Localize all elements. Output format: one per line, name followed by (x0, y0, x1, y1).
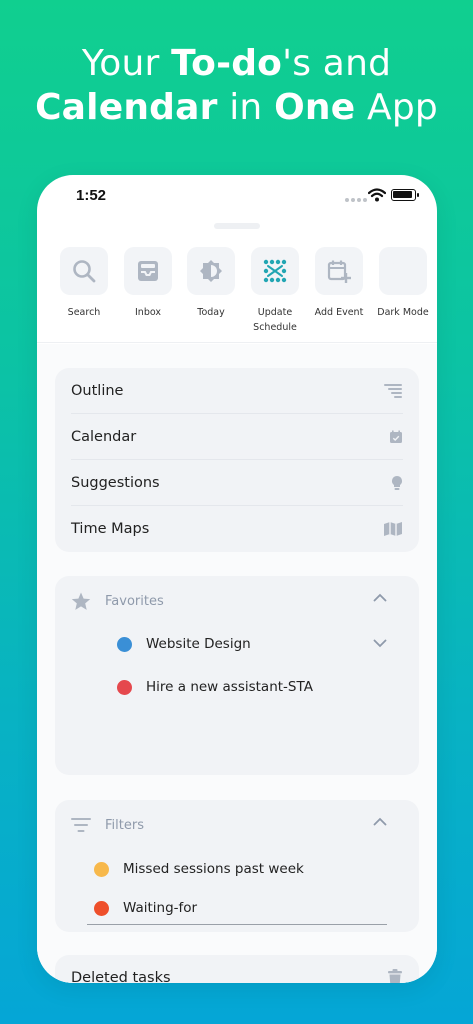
favorite-item-label: Hire a new assistant-STA (146, 679, 313, 695)
filter-icon (71, 818, 91, 832)
today-button[interactable]: Today (179, 247, 243, 320)
filter-item-missed-sessions[interactable]: Missed sessions past week (94, 856, 304, 882)
nav-item-suggestions[interactable]: Suggestions (71, 460, 403, 506)
project-color-dot (117, 679, 132, 695)
nav-item-outline[interactable]: Outline (71, 368, 403, 414)
today-icon (200, 260, 222, 282)
add-event-label: Add Event (314, 307, 364, 318)
favorites-card: Favorites Website Design Hire a new assi… (55, 576, 419, 775)
today-tile[interactable] (187, 247, 235, 295)
add-event-tile[interactable] (315, 247, 363, 295)
favorites-title: Favorites (105, 593, 164, 609)
nav-item-label: Time Maps (71, 521, 150, 537)
inbox-tile[interactable] (124, 247, 172, 295)
update-schedule-text: Update Schedule (253, 307, 297, 333)
today-label: Today (197, 307, 225, 318)
dark-mode-label: Dark Mode (377, 307, 429, 318)
phone-screen: 1:52 Search Inbox Today Update Schedule … (37, 175, 437, 983)
update-schedule-button[interactable]: Update Schedule (243, 247, 307, 335)
search-tile[interactable] (60, 247, 108, 295)
nav-item-label: Outline (71, 382, 124, 399)
update-schedule-tile[interactable] (251, 247, 299, 295)
chevron-up-icon[interactable] (373, 817, 387, 826)
calendar-check-icon (390, 430, 402, 443)
filter-color-dot (94, 861, 109, 877)
filter-item-waiting-for[interactable]: Waiting-for (94, 895, 197, 921)
headline-bold-text: Calendar (35, 87, 218, 128)
headline-text: Your (81, 43, 172, 84)
add-event-icon (327, 260, 351, 283)
search-icon (73, 260, 96, 283)
headline-text: in (217, 87, 275, 128)
headline-line-2: Calendar in One App (0, 86, 473, 130)
lightbulb-icon (392, 475, 402, 490)
status-bar: 1:52 (37, 175, 437, 217)
project-color-dot (117, 636, 132, 652)
update-schedule-label: Update Schedule (243, 305, 307, 335)
filter-item-label: Waiting-for (123, 900, 198, 916)
headline-text: App (355, 87, 438, 128)
filter-item-label: Missed sessions past week (123, 861, 304, 877)
favorite-item-label: Website Design (146, 636, 251, 652)
trash-icon (388, 969, 402, 983)
nav-item-time-maps[interactable]: Time Maps (71, 506, 403, 552)
quick-actions-bar: Search Inbox Today Update Schedule Add E… (37, 247, 437, 343)
headline-line-1: Your To-do's and (0, 42, 473, 86)
headline-bold-text: One (274, 87, 356, 128)
outline-icon (384, 383, 402, 398)
chevron-down-icon[interactable] (373, 639, 387, 648)
search-button[interactable]: Search (52, 247, 116, 320)
sheet-grabber[interactable] (214, 223, 260, 229)
sidebar-content: Outline Calendar Suggestions Time Maps F… (37, 344, 437, 983)
moon-icon (392, 258, 413, 284)
nav-item-calendar[interactable]: Calendar (71, 414, 403, 460)
headline-text: 's and (282, 43, 392, 84)
inbox-icon (138, 261, 158, 281)
headline-bold-text: To-do (171, 43, 283, 84)
filters-header[interactable]: Filters (71, 812, 403, 838)
filters-title: Filters (105, 817, 144, 833)
promo-headline: Your To-do's and Calendar in One App (0, 42, 473, 130)
signal-icon (345, 198, 367, 202)
favorite-item-website-design[interactable]: Website Design (117, 631, 251, 657)
nav-item-label: Suggestions (71, 474, 160, 491)
input-underline (87, 924, 387, 925)
deleted-tasks-label: Deleted tasks (71, 970, 171, 983)
battery-icon (391, 189, 419, 201)
dark-mode-button[interactable]: Dark Mode (371, 247, 435, 320)
filters-card: Filters Missed sessions past week Waitin… (55, 800, 419, 932)
map-icon (384, 522, 402, 536)
filter-color-dot (94, 900, 109, 916)
nav-item-label: Calendar (71, 428, 137, 445)
update-schedule-icon (263, 259, 287, 283)
deleted-tasks-card[interactable]: Deleted tasks (55, 955, 419, 983)
wifi-icon (368, 188, 386, 202)
favorites-header[interactable]: Favorites (71, 588, 403, 614)
chevron-up-icon[interactable] (373, 593, 387, 602)
dark-mode-tile[interactable] (379, 247, 427, 295)
deleted-tasks-row[interactable]: Deleted tasks (71, 969, 403, 983)
star-icon (71, 592, 91, 610)
inbox-button[interactable]: Inbox (116, 247, 180, 320)
navigation-card: Outline Calendar Suggestions Time Maps (55, 368, 419, 552)
status-time: 1:52 (76, 187, 107, 204)
inbox-label: Inbox (135, 307, 161, 318)
favorite-item-hire-assistant[interactable]: Hire a new assistant-STA (117, 674, 313, 700)
search-label: Search (67, 307, 101, 318)
add-event-button[interactable]: Add Event (307, 247, 371, 320)
